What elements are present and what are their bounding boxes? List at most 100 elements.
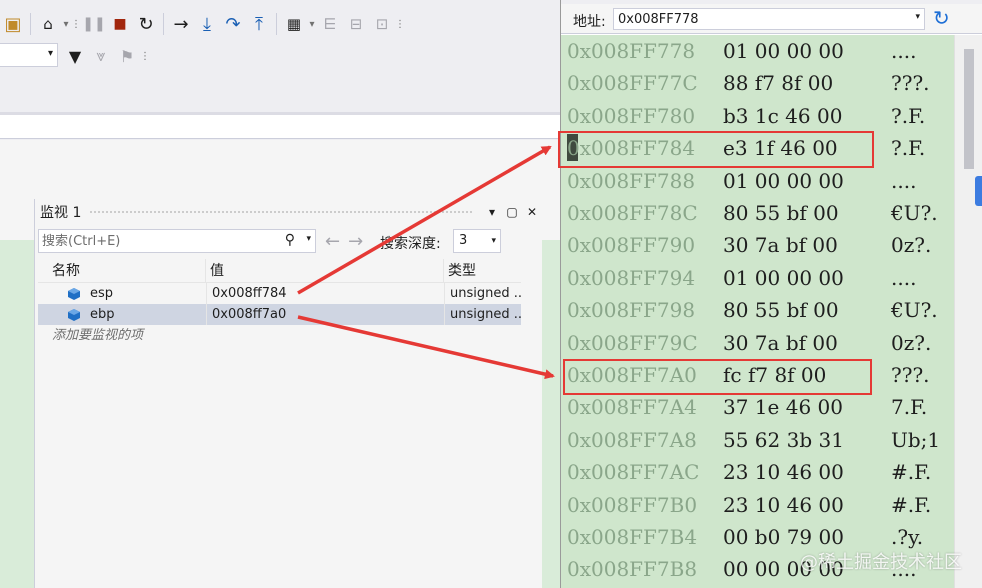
column-header-type[interactable]: 类型 <box>444 259 521 283</box>
memory-ascii: .... <box>891 168 917 193</box>
memory-row[interactable]: 0x008FF7AC 23 10 46 00 #.F. <box>561 456 954 488</box>
forward-arrow-icon[interactable]: → <box>348 231 363 252</box>
show-next-statement-icon[interactable]: → <box>168 11 194 37</box>
search-folder-icon[interactable]: ▣ <box>0 11 26 37</box>
search-depth-combo[interactable]: 3 ▾ <box>453 229 501 253</box>
memory-bytes: 37 1e 46 00 <box>723 395 843 420</box>
address-label: 地址: <box>573 14 606 30</box>
memory-address: 0x008FF7A8 <box>567 427 697 452</box>
memory-address: 0x008FF79C <box>567 330 698 355</box>
home-icon[interactable]: ⌂ <box>35 11 61 37</box>
memory-row[interactable]: 0x008FF7A4 37 1e 46 00 7.F. <box>561 391 954 423</box>
toolbar-separator <box>276 13 277 35</box>
memory-row[interactable]: 0x008FF798 80 55 bf 00 €U?. <box>561 294 954 326</box>
search-icon[interactable]: ⚲ <box>285 232 295 248</box>
memory-bytes: 30 7a bf 00 <box>723 330 838 355</box>
memory-ascii: 0z?. <box>891 330 932 355</box>
maximize-icon[interactable]: ▢ <box>502 205 522 219</box>
memory-bytes: 01 00 00 00 <box>723 168 844 193</box>
memory-bytes: b3 1c 46 00 <box>723 103 843 128</box>
chevron-down-icon: ▾ <box>47 48 53 59</box>
stop-icon[interactable]: ■ <box>107 11 133 37</box>
memory-ascii: .... <box>891 265 917 290</box>
memory-ascii: #.F. <box>891 492 932 517</box>
memory-bytes: 80 55 bf 00 <box>723 201 839 225</box>
watch-type: unsigned ... <box>444 304 521 325</box>
memory-row[interactable]: 0x008FF790 30 7a bf 00 0z?. <box>561 229 954 261</box>
step-into-icon[interactable]: ⤓ <box>194 11 220 37</box>
memory-ascii: #.F. <box>891 460 932 485</box>
memory-row[interactable]: 0x008FF780 b3 1c 46 00 ?.F. <box>561 100 954 132</box>
watch-name: esp <box>90 286 114 301</box>
refresh-icon[interactable]: ↻ <box>933 6 950 30</box>
filter-disabled-icon[interactable]: ⩔ <box>88 43 114 69</box>
back-arrow-icon[interactable]: ← <box>325 231 340 252</box>
add-watch-item[interactable]: 添加要监视的项 <box>38 325 521 347</box>
scrollbar-thumb[interactable] <box>964 49 974 169</box>
memory-address: 0x008FF7A4 <box>567 395 697 420</box>
toolbar-row-2: ▼ ⩔ ⚑ ⋮ <box>62 40 150 72</box>
memory-bytes: 88 f7 8f 00 <box>723 71 834 96</box>
watch-row-esp[interactable]: esp 0x008ff784 unsigned ... <box>38 283 521 304</box>
column-header-value[interactable]: 值 <box>206 258 444 283</box>
close-icon[interactable]: ✕ <box>522 205 542 219</box>
process-combo[interactable]: ▾ <box>0 43 58 67</box>
memory-ascii: €U?. <box>891 201 938 225</box>
watch-title-bar: 监视 1 ▾ ▢ ✕ <box>35 199 542 225</box>
chevron-down-icon[interactable]: ▾ <box>915 12 920 22</box>
column-header-name[interactable]: 名称 <box>38 258 206 283</box>
memory-row[interactable]: 0x008FF788 01 00 00 00.... <box>561 165 954 197</box>
address-input[interactable] <box>614 9 904 29</box>
flag-icon[interactable]: ⚑ <box>114 43 140 69</box>
memory-ascii: ???. <box>891 71 930 96</box>
memory-row[interactable]: 0x008FF778 01 00 00 00.... <box>561 35 954 67</box>
memory-address: 0x008FF780 <box>567 103 696 128</box>
toolbar-separator <box>163 13 164 35</box>
watch-grid: 名称 值 类型 esp 0x008ff784 unsigned ... ebp … <box>38 258 521 347</box>
overflow-dropdown-icon[interactable]: ▾ <box>307 11 317 37</box>
restart-icon[interactable]: ↻ <box>133 11 159 37</box>
memory-row[interactable]: 0x008FF79C 30 7a bf 00 0z?. <box>561 327 954 359</box>
title-grip <box>89 209 474 215</box>
watch-search-input[interactable] <box>39 230 279 252</box>
side-panel-edge[interactable] <box>975 176 982 206</box>
threads-icon[interactable]: ⋿ <box>317 11 343 37</box>
memory-row[interactable]: 0x008FF794 01 00 00 00.... <box>561 262 954 294</box>
memory-row[interactable]: 0x008FF7A8 55 62 3b 31 Ub;1 <box>561 424 954 456</box>
memory-bytes: 55 62 3b 31 <box>723 427 844 452</box>
chevron-down-icon[interactable]: ▾ <box>306 234 311 244</box>
memory-window: 地址: ▾ ↻ 0x008FF77801 00 00 00....0x008FF… <box>560 0 982 588</box>
memory-row[interactable]: 0x008FF78C 80 55 bf 00 €U?. <box>561 197 954 229</box>
overflow-dropdown-icon[interactable]: ▾ <box>61 11 71 37</box>
watch-row-ebp[interactable]: ebp 0x008ff7a0 unsigned ... <box>38 304 521 325</box>
document-tab-strip <box>0 115 565 139</box>
dropdown-icon[interactable]: ▾ <box>482 205 502 219</box>
watch-value[interactable]: 0x008ff7a0 <box>206 304 444 325</box>
locals-icon[interactable]: ⊡ <box>369 11 395 37</box>
filter-icon[interactable]: ▼ <box>62 43 88 69</box>
memory-content[interactable]: 0x008FF778 01 00 00 00.... 0x008FF77C 88 f7… <box>561 35 954 588</box>
hex-display-icon[interactable]: ▦ <box>281 11 307 37</box>
watch-search-box[interactable]: ⚲ ▾ <box>38 229 316 253</box>
chevron-down-icon: ▾ <box>491 236 496 246</box>
memory-scrollbar[interactable] <box>954 35 982 588</box>
memory-ascii: ?.F. <box>891 136 926 161</box>
memory-row[interactable]: 0x008FF7B0 23 10 46 00 #.F. <box>561 489 954 521</box>
stack-frame-icon[interactable]: ⊟ <box>343 11 369 37</box>
step-over-icon[interactable]: ↷ <box>220 11 246 37</box>
watch-window: 监视 1 ▾ ▢ ✕ ⚲ ▾ ← → 搜索深度: 3 ▾ 名称 值 类型 esp <box>34 199 542 588</box>
step-out-icon[interactable]: ⤒ <box>246 11 272 37</box>
memory-address: 0x008FF7B0 <box>567 492 698 517</box>
pause-icon[interactable]: ❚❚ <box>81 11 107 37</box>
toolbar-grip-icon: ⋮ <box>71 18 81 30</box>
watch-value[interactable]: 0x008ff784 <box>206 283 444 304</box>
memory-bytes: 23 10 46 00 <box>723 460 844 485</box>
toolbar-grip-icon: ⋮ <box>140 50 150 62</box>
memory-row[interactable]: 0x008FF77C 88 f7 8f 00???. <box>561 67 954 99</box>
memory-address-bar: 地址: ▾ ↻ <box>561 4 982 34</box>
memory-address: 0x008FF7B4 <box>567 525 698 549</box>
watch-grid-header: 名称 值 类型 <box>38 258 521 283</box>
watch-type: unsigned ... <box>444 283 521 304</box>
address-combo[interactable]: ▾ <box>613 8 925 30</box>
toolbar-grip-icon: ⋮ <box>395 18 405 30</box>
